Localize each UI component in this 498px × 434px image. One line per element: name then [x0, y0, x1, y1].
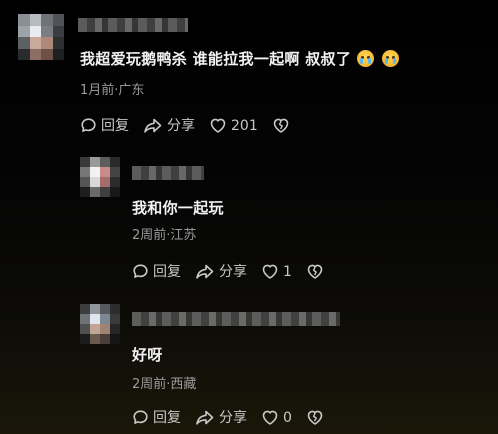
broken-heart-icon — [307, 410, 323, 425]
reply-bubble-icon — [133, 410, 148, 424]
comment-text: 我和你一起玩 — [132, 199, 224, 217]
reply-button[interactable]: 回复 — [132, 409, 181, 426]
dislike-button[interactable] — [306, 409, 328, 426]
avatar[interactable] — [80, 157, 120, 197]
broken-heart-icon — [307, 264, 323, 279]
like-button[interactable]: 201 — [209, 117, 258, 134]
comment-meta: 2周前·江苏 — [132, 228, 197, 243]
share-arrow-icon — [144, 118, 162, 133]
share-label: 分享 — [219, 263, 247, 280]
dislike-button[interactable] — [272, 117, 294, 134]
reply-bubble-icon — [133, 264, 148, 278]
reply-label: 回复 — [101, 117, 129, 134]
heart-icon — [262, 264, 278, 279]
avatar[interactable] — [18, 14, 64, 60]
username-redacted[interactable] — [132, 166, 204, 180]
comment-text: 我超爱玩鹅鸭杀 谁能拉我一起啊 叔叔了 — [80, 48, 400, 69]
share-button[interactable]: 分享 — [143, 117, 195, 134]
comment-actions: 回复 分享 201 — [80, 117, 308, 134]
crying-face-emoji-icon — [382, 50, 400, 67]
heart-icon — [210, 118, 226, 133]
reply-bubble-icon — [81, 118, 96, 132]
comment-text: 好呀 — [132, 346, 163, 364]
avatar[interactable] — [80, 304, 120, 344]
comment-meta: 2周前·西藏 — [132, 377, 197, 392]
reply-button[interactable]: 回复 — [132, 263, 181, 280]
broken-heart-icon — [273, 118, 289, 133]
username-redacted[interactable] — [78, 18, 188, 32]
reply-label: 回复 — [153, 263, 181, 280]
share-button[interactable]: 分享 — [195, 409, 247, 426]
like-button[interactable]: 0 — [261, 409, 292, 426]
username-redacted[interactable] — [132, 312, 340, 326]
share-arrow-icon — [196, 264, 214, 279]
share-label: 分享 — [219, 409, 247, 426]
like-button[interactable]: 1 — [261, 263, 292, 280]
share-button[interactable]: 分享 — [195, 263, 247, 280]
reply-button[interactable]: 回复 — [80, 117, 129, 134]
crying-face-emoji-icon — [357, 50, 375, 67]
comment-actions: 回复 分享 0 — [132, 409, 342, 426]
like-count: 0 — [283, 409, 292, 426]
share-arrow-icon — [196, 410, 214, 425]
like-count: 1 — [283, 263, 292, 280]
comment-meta: 1月前·广东 — [80, 83, 145, 98]
dislike-button[interactable] — [306, 263, 328, 280]
comment-actions: 回复 分享 1 — [132, 263, 342, 280]
share-label: 分享 — [167, 117, 195, 134]
comment-text-content: 我超爱玩鹅鸭杀 谁能拉我一起啊 叔叔了 — [80, 50, 352, 68]
reply-label: 回复 — [153, 409, 181, 426]
like-count: 201 — [231, 117, 258, 134]
heart-icon — [262, 410, 278, 425]
